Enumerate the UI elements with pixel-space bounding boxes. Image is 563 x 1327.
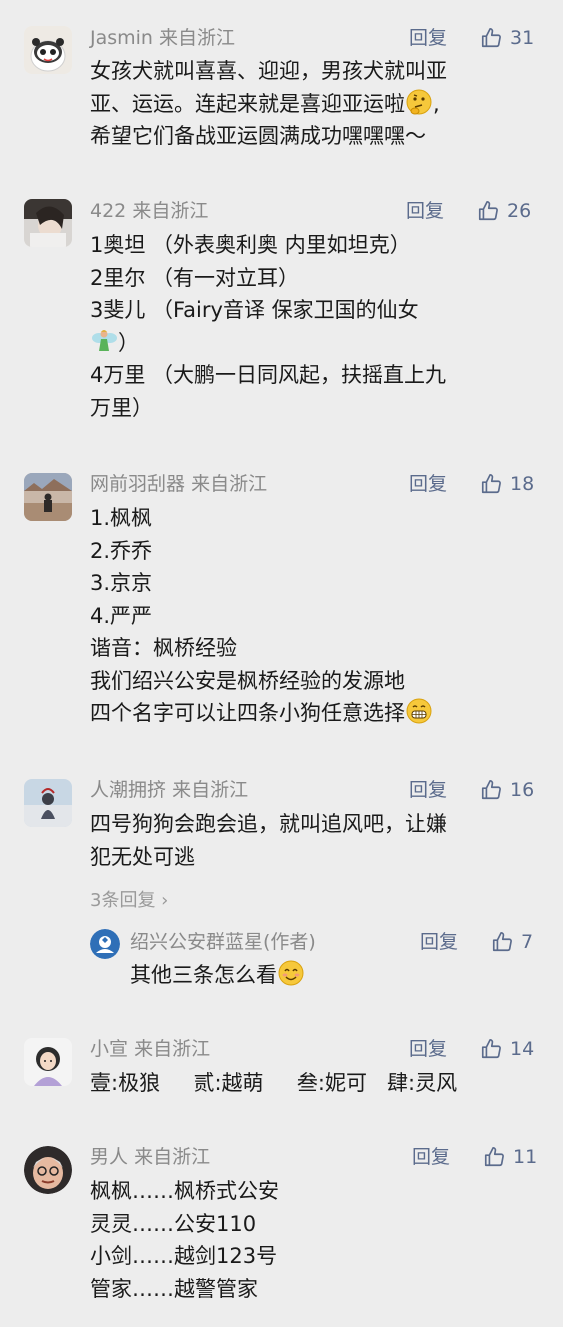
like-count: 7 [521,931,534,953]
username[interactable]: 422 [90,200,126,222]
thumbs-up-icon [481,28,501,48]
like-count: 26 [507,200,532,222]
username[interactable]: 男人 [90,1146,128,1168]
avatar[interactable] [24,26,72,74]
like-button[interactable]: 7 [491,930,533,954]
location-label: 来自浙江 [159,27,236,49]
username[interactable]: 小宣 [90,1038,128,1060]
avatar[interactable] [24,1038,72,1086]
like-button[interactable]: 26 [477,199,531,223]
like-button[interactable]: 31 [480,26,534,50]
thumbs-up-icon [481,474,501,494]
grinning-emoji-icon [406,698,432,724]
like-count: 14 [510,1038,535,1060]
reply-button[interactable]: 回复 [409,778,447,802]
comment-text: 四号狗狗会跑会追，就叫追风吧，让嫌 犯无处可逃 [90,812,447,869]
comment-text: 1奥坦 （外表奥利奥 内里如坦克） 2里尔 （有一对立耳） 3斐儿 （Fairy… [90,233,447,420]
reply-button[interactable]: 回复 [409,26,447,50]
thumbs-up-icon [484,1147,504,1167]
comment-author[interactable]: 人潮拥挤 来自浙江 [90,778,248,802]
location-label: 来自浙江 [191,473,268,495]
comment-author[interactable]: 小宣 来自浙江 [90,1037,210,1061]
smiling-emoji-icon [278,960,304,986]
chevron-right-icon: › [155,890,169,911]
avatar[interactable] [24,1146,72,1194]
thumbs-up-icon [478,201,498,221]
like-count: 16 [510,779,535,801]
reply-text: 其他三条怎么看 [130,959,305,992]
avatar[interactable] [24,473,72,521]
fairy-emoji-icon [92,329,117,351]
reply-author[interactable]: 绍兴公安群蓝星(作者) [130,930,316,954]
reply-button[interactable]: 回复 [412,1145,450,1169]
like-button[interactable]: 18 [480,472,534,496]
like-count: 31 [510,27,535,49]
comment-author[interactable]: Jasmin 来自浙江 [90,26,235,50]
view-replies-link[interactable]: 3条回复 › [90,886,168,912]
location-label: 来自浙江 [172,779,249,801]
location-label: 来自浙江 [134,1146,211,1168]
comment-text: 女孩犬就叫喜喜、迎迎，男孩犬就叫亚 亚、运运。连起来就是喜迎亚运啦, 希望它们备… [90,59,447,148]
username[interactable]: 网前羽刮器 [90,473,185,495]
comment-text: 1.枫枫 2.乔乔 3.京京 4.严严 谐音：枫桥经验 我们绍兴公安是枫桥经验的… [90,502,433,730]
reply-button[interactable]: 回复 [409,1037,447,1061]
thinking-emoji-icon [406,89,432,114]
like-count: 18 [510,473,535,495]
reply-button[interactable]: 回复 [420,930,458,954]
username[interactable]: Jasmin [90,27,153,49]
like-button[interactable]: 16 [480,778,534,802]
like-button[interactable]: 11 [483,1145,537,1169]
thumbs-up-icon [481,1039,501,1059]
comment-author[interactable]: 422 来自浙江 [90,199,208,223]
location-label: 来自浙江 [132,200,209,222]
reply-button[interactable]: 回复 [406,199,444,223]
thumbs-up-icon [492,932,512,952]
like-count: 11 [513,1146,538,1168]
comment-text: 枫枫……枫桥式公安 灵灵……公安110 小剑……越剑123号 管家……越警管家 [90,1179,279,1301]
location-label: 来自浙江 [134,1038,211,1060]
comment-author[interactable]: 男人 来自浙江 [90,1145,210,1169]
avatar[interactable] [24,779,72,827]
avatar[interactable] [90,929,120,959]
reply-button[interactable]: 回复 [409,472,447,496]
comment-text: 壹:极狼 贰:越萌 叁:妮可 肆:灵风 [90,1071,458,1095]
username[interactable]: 人潮拥挤 [90,779,166,801]
like-button[interactable]: 14 [480,1037,534,1061]
avatar[interactable] [24,199,72,247]
thumbs-up-icon [481,780,501,800]
comment-author[interactable]: 网前羽刮器 来自浙江 [90,472,267,496]
